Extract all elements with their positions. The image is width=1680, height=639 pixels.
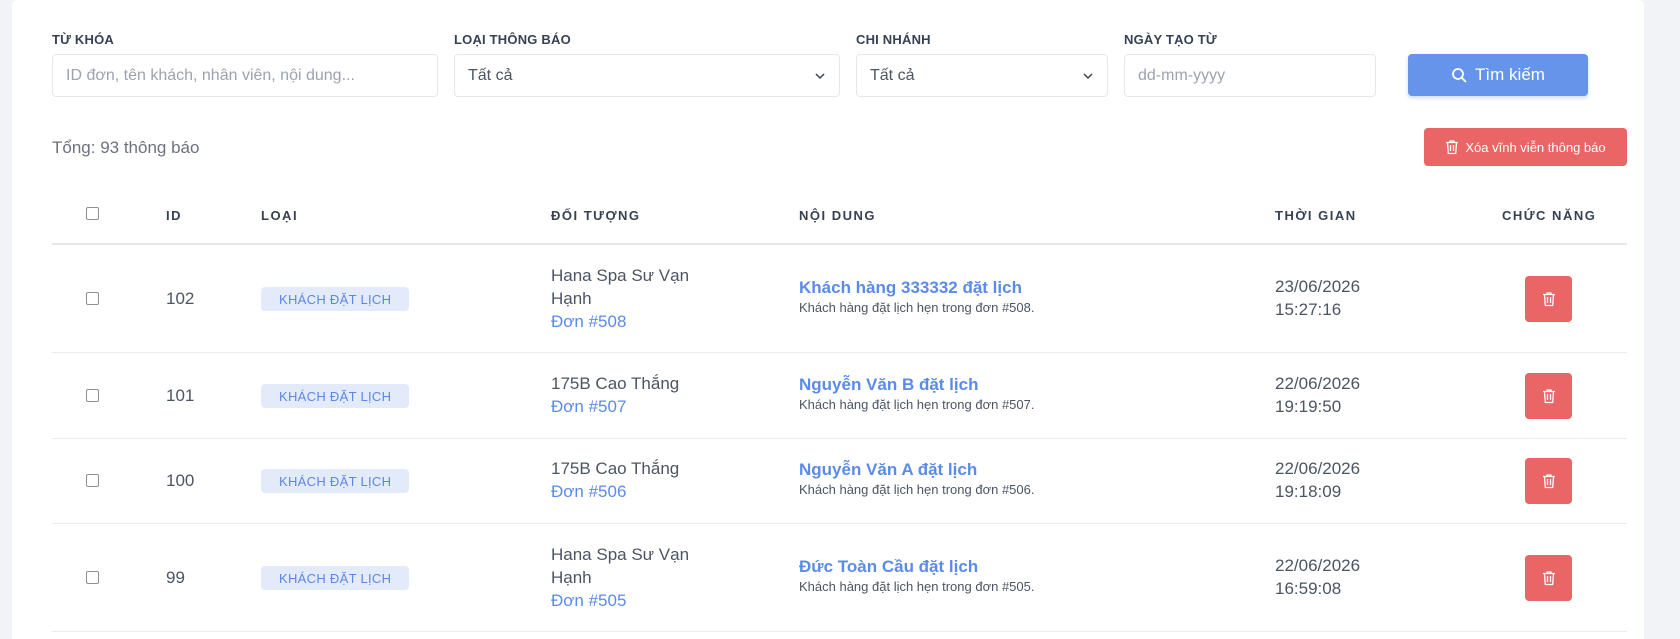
row-clock: 19:19:50 bbox=[1275, 397, 1342, 416]
search-button[interactable]: Tìm kiếm bbox=[1408, 54, 1588, 96]
row-date: 22/06/2026 bbox=[1275, 459, 1361, 478]
notification-desc: Khách hàng đặt lịch hẹn trong đơn #505. bbox=[799, 579, 1035, 594]
keyword-label: TỪ KHÓA bbox=[52, 32, 115, 47]
table-row: 99 KHÁCH ĐẶT LỊCH Hana Spa Sư Vạn Hạnh Đ… bbox=[52, 524, 1627, 632]
header-time: THỜI GIAN bbox=[1275, 208, 1357, 223]
notification-title[interactable]: Đức Toàn Cầu đặt lịch bbox=[799, 556, 1034, 578]
table-header: ID LOẠI ĐỐI TƯỢNG NỘI DUNG THỜI GIAN CHỨ… bbox=[52, 190, 1627, 245]
row-time: 23/06/2026 15:27:16 bbox=[1275, 275, 1360, 321]
table-row: 100 KHÁCH ĐẶT LỊCH 175B Cao Thắng Đơn #5… bbox=[52, 439, 1627, 524]
row-date: 22/06/2026 bbox=[1275, 556, 1361, 575]
row-content: Nguyễn Văn B đặt lịch Khách hàng đặt lịc… bbox=[799, 374, 1034, 414]
header-id: ID bbox=[166, 208, 182, 223]
row-target: Hana Spa Sư Vạn Hạnh Đơn #505 bbox=[551, 543, 689, 612]
trash-icon bbox=[1446, 140, 1459, 155]
type-filter: LOẠI THÔNG BÁO Tất cả bbox=[454, 32, 840, 97]
header-target: ĐỐI TƯỢNG bbox=[551, 208, 641, 223]
trash-icon bbox=[1542, 389, 1555, 404]
header-type: LOẠI bbox=[261, 208, 299, 223]
branch-line: Hana Spa Sư Vạn bbox=[551, 266, 690, 285]
row-clock: 15:27:16 bbox=[1275, 300, 1342, 319]
branch-select[interactable]: Tất cả bbox=[856, 54, 1108, 97]
trash-icon bbox=[1542, 474, 1555, 489]
row-clock: 19:18:09 bbox=[1275, 482, 1342, 501]
order-link[interactable]: Đơn #506 bbox=[551, 480, 679, 503]
type-badge: KHÁCH ĐẶT LỊCH bbox=[261, 469, 410, 493]
order-link[interactable]: Đơn #508 bbox=[551, 310, 689, 333]
notification-title[interactable]: Nguyễn Văn A đặt lịch bbox=[799, 459, 1034, 481]
row-content: Khách hàng 333332 đặt lịch Khách hàng đặ… bbox=[799, 277, 1034, 317]
chevron-down-icon bbox=[815, 73, 825, 80]
table-row: 102 KHÁCH ĐẶT LỊCH Hana Spa Sư Vạn Hạnh … bbox=[52, 245, 1627, 353]
row-clock: 16:59:08 bbox=[1275, 579, 1342, 598]
date-from-input[interactable]: dd-mm-yyyy bbox=[1124, 54, 1376, 97]
delete-row-button[interactable] bbox=[1525, 373, 1572, 419]
filter-bar: TỪ KHÓA ID đơn, tên khách, nhân viên, nộ… bbox=[40, 32, 1620, 102]
trash-icon bbox=[1542, 571, 1555, 586]
keyword-placeholder: ID đơn, tên khách, nhân viên, nội dung..… bbox=[66, 66, 355, 84]
notification-desc: Khách hàng đặt lịch hẹn trong đơn #508. bbox=[799, 300, 1035, 315]
branch-filter: CHI NHÁNH Tất cả bbox=[856, 32, 1108, 97]
type-label: LOẠI THÔNG BÁO bbox=[454, 32, 571, 47]
order-link[interactable]: Đơn #507 bbox=[551, 395, 679, 418]
delete-all-button[interactable]: Xóa vĩnh viễn thông báo bbox=[1424, 128, 1627, 166]
row-time: 22/06/2026 16:59:08 bbox=[1275, 554, 1360, 600]
row-date: 22/06/2026 bbox=[1275, 374, 1361, 393]
row-checkbox[interactable] bbox=[86, 389, 99, 402]
notification-desc: Khách hàng đặt lịch hẹn trong đơn #507. bbox=[799, 397, 1035, 412]
row-checkbox[interactable] bbox=[86, 571, 99, 584]
delete-row-button[interactable] bbox=[1525, 555, 1572, 601]
notifications-card: TỪ KHÓA ID đơn, tên khách, nhân viên, nộ… bbox=[12, 0, 1644, 639]
keyword-input[interactable]: ID đơn, tên khách, nhân viên, nội dung..… bbox=[52, 54, 438, 97]
row-content: Đức Toàn Cầu đặt lịch Khách hàng đặt lịc… bbox=[799, 556, 1034, 596]
chevron-down-icon bbox=[1083, 73, 1093, 80]
row-target: Hana Spa Sư Vạn Hạnh Đơn #508 bbox=[551, 264, 689, 333]
branch-line: 175B Cao Thắng bbox=[551, 374, 680, 393]
branch-select-value: Tất cả bbox=[870, 66, 915, 84]
branch-line: Hana Spa Sư Vạn bbox=[551, 545, 690, 564]
row-id: 101 bbox=[166, 386, 195, 405]
date-from-label: NGÀY TẠO TỪ bbox=[1124, 32, 1217, 47]
notification-desc: Khách hàng đặt lịch hẹn trong đơn #506. bbox=[799, 482, 1035, 497]
search-button-label: Tìm kiếm bbox=[1475, 65, 1545, 84]
order-link[interactable]: Đơn #505 bbox=[551, 589, 689, 612]
total-count: Tổng: 93 thông báo bbox=[52, 138, 200, 157]
header-content: NỘI DUNG bbox=[799, 208, 876, 223]
row-date: 23/06/2026 bbox=[1275, 277, 1361, 296]
row-id: 99 bbox=[166, 568, 185, 587]
type-badge: KHÁCH ĐẶT LỊCH bbox=[261, 384, 410, 408]
branch-label: CHI NHÁNH bbox=[856, 32, 931, 47]
branch-line: Hạnh bbox=[551, 568, 592, 587]
select-all-checkbox[interactable] bbox=[86, 207, 99, 220]
keyword-filter: TỪ KHÓA ID đơn, tên khách, nhân viên, nộ… bbox=[52, 32, 438, 97]
trash-icon bbox=[1542, 292, 1555, 307]
row-target: 175B Cao Thắng Đơn #507 bbox=[551, 372, 679, 418]
row-checkbox[interactable] bbox=[86, 474, 99, 487]
row-id: 100 bbox=[166, 471, 195, 490]
notifications-table: ID LOẠI ĐỐI TƯỢNG NỘI DUNG THỜI GIAN CHỨ… bbox=[52, 190, 1627, 632]
type-badge: KHÁCH ĐẶT LỊCH bbox=[261, 566, 410, 590]
type-select[interactable]: Tất cả bbox=[454, 54, 840, 97]
notification-title[interactable]: Nguyễn Văn B đặt lịch bbox=[799, 374, 1034, 396]
type-badge: KHÁCH ĐẶT LỊCH bbox=[261, 287, 410, 311]
header-actions: CHỨC NĂNG bbox=[1502, 208, 1597, 223]
notification-title[interactable]: Khách hàng 333332 đặt lịch bbox=[799, 277, 1034, 299]
type-select-value: Tất cả bbox=[468, 66, 513, 84]
branch-line: 175B Cao Thắng bbox=[551, 459, 680, 478]
row-id: 102 bbox=[166, 289, 195, 308]
delete-row-button[interactable] bbox=[1525, 458, 1572, 504]
search-icon bbox=[1452, 68, 1467, 83]
table-row: 101 KHÁCH ĐẶT LỊCH 175B Cao Thắng Đơn #5… bbox=[52, 353, 1627, 439]
row-target: 175B Cao Thắng Đơn #506 bbox=[551, 457, 679, 503]
delete-all-label: Xóa vĩnh viễn thông báo bbox=[1465, 139, 1606, 155]
delete-row-button[interactable] bbox=[1525, 276, 1572, 322]
row-time: 22/06/2026 19:19:50 bbox=[1275, 372, 1360, 418]
date-from-placeholder: dd-mm-yyyy bbox=[1138, 66, 1226, 84]
row-time: 22/06/2026 19:18:09 bbox=[1275, 457, 1360, 503]
date-from-filter: NGÀY TẠO TỪ dd-mm-yyyy bbox=[1124, 32, 1376, 97]
branch-line: Hạnh bbox=[551, 289, 592, 308]
row-content: Nguyễn Văn A đặt lịch Khách hàng đặt lịc… bbox=[799, 459, 1034, 499]
row-checkbox[interactable] bbox=[86, 292, 99, 305]
